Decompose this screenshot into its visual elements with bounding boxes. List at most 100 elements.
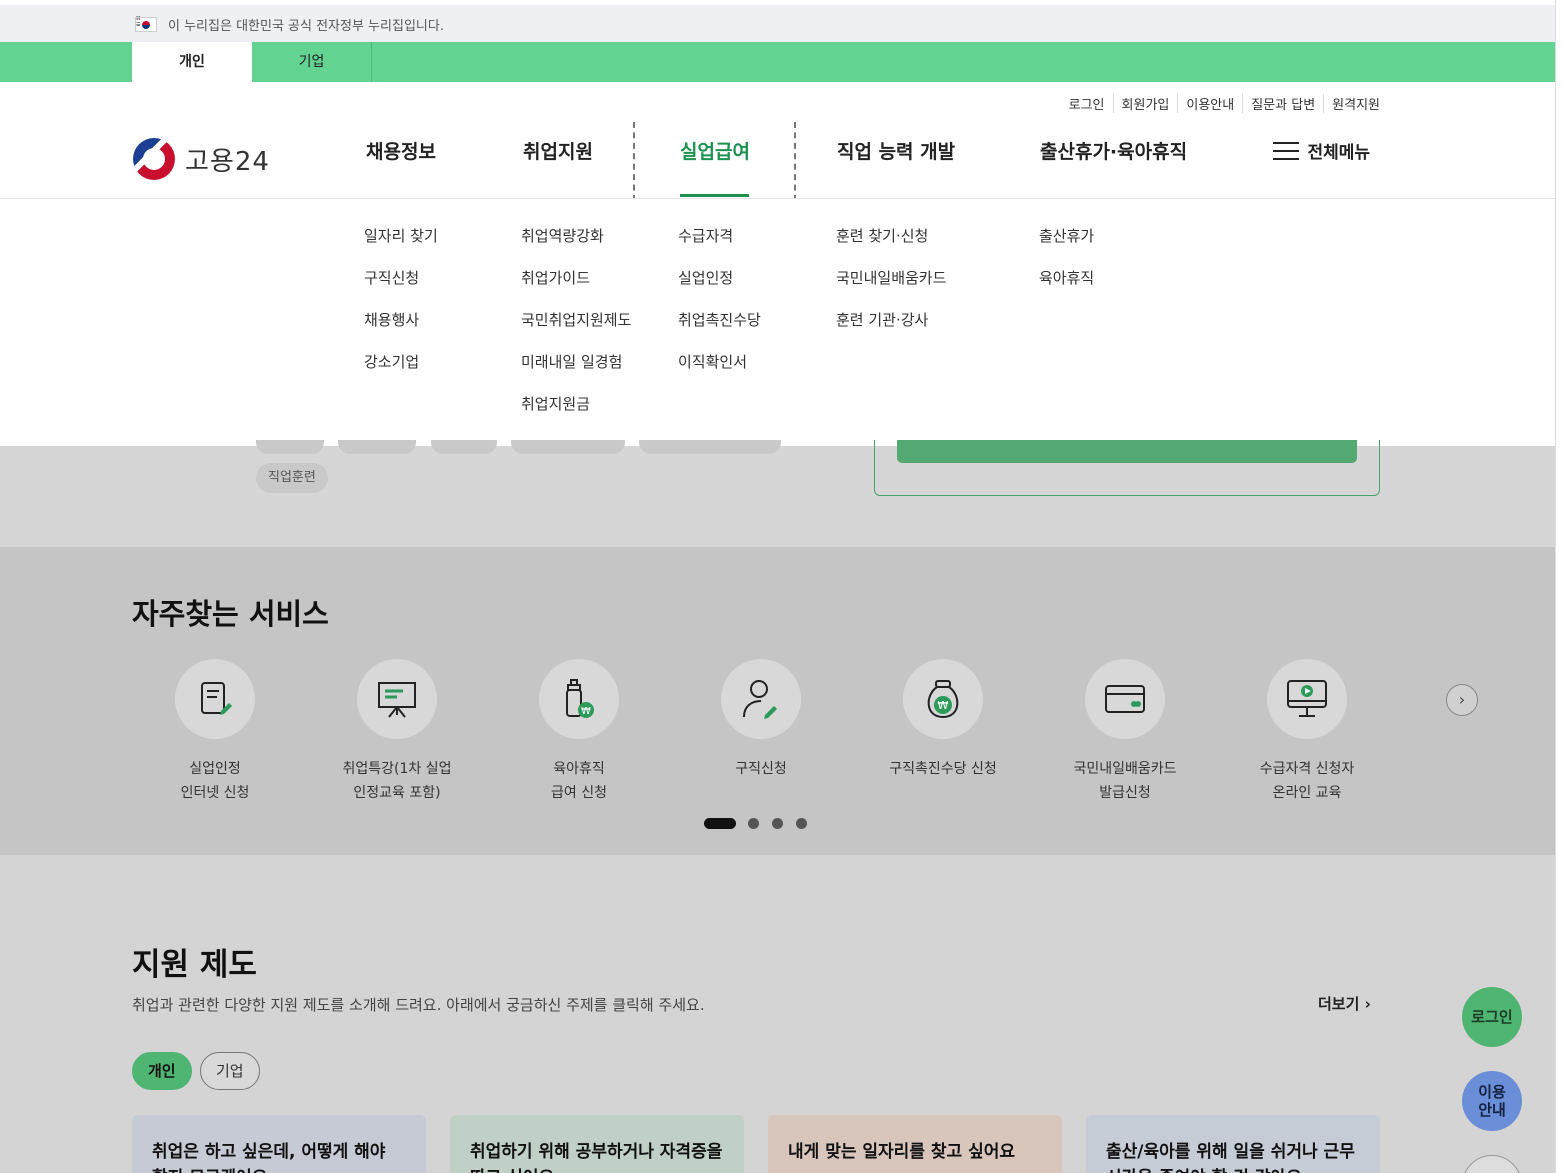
person-pen-icon xyxy=(721,659,801,739)
carousel-pagination xyxy=(704,818,820,829)
all-menu-label: 전체메뉴 xyxy=(1307,143,1370,163)
site-logo[interactable]: 고용24 xyxy=(133,138,270,180)
menu-item[interactable]: 수급자격 xyxy=(678,225,761,267)
login-link[interactable]: 로그인 xyxy=(1061,94,1113,113)
pagination-dot-1[interactable] xyxy=(704,818,736,829)
support-tab-personal[interactable]: 개인 xyxy=(132,1052,192,1090)
pagination-dot-3[interactable] xyxy=(772,818,783,829)
hamburger-icon xyxy=(1273,141,1300,161)
gnb-maternity-leave[interactable]: 출산휴가·육아휴직 xyxy=(1040,137,1187,164)
service-label: 수급자격 신청자 온라인 교육 xyxy=(1259,761,1355,801)
more-link[interactable]: 더보기 › xyxy=(1318,993,1371,1014)
site-header: 로그인 회원가입 이용안내 질문과 답변 원격지원 고용24 채용정보 취업지원… xyxy=(0,82,1555,201)
keyword-chip[interactable] xyxy=(639,440,781,454)
service-item[interactable]: 국민내일배움카드 발급신청 xyxy=(1035,659,1215,805)
pagination-dot-4[interactable] xyxy=(796,818,807,829)
floating-login-button[interactable]: 로그인 xyxy=(1462,987,1522,1047)
menu-item[interactable]: 국민내일배움카드 xyxy=(836,267,946,309)
service-label: 구직촉진수당 신청 xyxy=(889,761,997,777)
remote-support-link[interactable]: 원격지원 xyxy=(1323,94,1380,113)
support-programs-section: 지원 제도 취업과 관련한 다양한 지원 제도를 소개해 드려요. 아래에서 궁… xyxy=(0,855,1555,1173)
tab-personal[interactable]: 개인 xyxy=(132,42,252,82)
service-item[interactable]: 수급자격 신청자 온라인 교육 xyxy=(1217,659,1397,805)
gnb-vocational-training[interactable]: 직업 능력 개발 xyxy=(837,137,955,164)
carousel-next-button[interactable]: › xyxy=(1446,684,1478,716)
menu-item[interactable]: 채용행사 xyxy=(364,309,438,351)
support-card[interactable]: 취업은 하고 싶은데, 어떻게 해야 할지 모르겠어요 xyxy=(132,1115,426,1173)
service-label: 육아휴직 급여 신청 xyxy=(551,761,607,801)
menu-item[interactable]: 강소기업 xyxy=(364,351,438,393)
gov-banner-text: 이 누리집은 대한민국 공식 전자정부 누리집입니다. xyxy=(168,19,444,34)
service-label: 구직신청 xyxy=(735,761,787,777)
util-links: 로그인 회원가입 이용안내 질문과 답변 원격지원 xyxy=(1061,94,1380,113)
more-label: 더보기 xyxy=(1318,995,1360,1013)
korea-flag-icon xyxy=(135,16,158,32)
login-box xyxy=(874,440,1380,496)
gnb-employment-support[interactable]: 취업지원 xyxy=(523,137,593,164)
keyword-chip[interactable] xyxy=(511,440,625,454)
menu-item[interactable]: 이직확인서 xyxy=(678,351,761,393)
section-title: 지원 제도 xyxy=(132,947,257,983)
menu-item[interactable]: 일자리 찾기 xyxy=(364,225,438,267)
pagination-dot-2[interactable] xyxy=(748,818,759,829)
menu-item[interactable]: 취업지원금 xyxy=(521,393,631,435)
user-type-tabs: 개인 기업 xyxy=(0,42,1555,82)
qna-link[interactable]: 질문과 답변 xyxy=(1242,94,1323,113)
support-card[interactable]: 출산/육아를 위해 일을 쉬거나 근무 시간을 줄여야 할 것 같아요 xyxy=(1086,1115,1380,1173)
chevron-right-icon: › xyxy=(1364,995,1371,1013)
menu-item[interactable]: 훈련 기관·강사 xyxy=(836,309,946,351)
floating-guide-button[interactable]: 이용 안내 xyxy=(1462,1071,1522,1131)
frequent-services-section: 자주찾는 서비스 실업인정 인터넷 신청 취업특강(1차 실업 인정교육 포함)… xyxy=(0,547,1555,855)
gnb-recruitment[interactable]: 채용정보 xyxy=(366,137,436,164)
scrollbar[interactable] xyxy=(1555,0,1565,1173)
card-icon xyxy=(1085,659,1165,739)
service-label: 국민내일배움카드 발급신청 xyxy=(1073,761,1177,801)
money-bag-won-icon: ₩ xyxy=(903,659,983,739)
service-label: 실업인정 인터넷 신청 xyxy=(180,761,250,801)
service-item[interactable]: ₩ 구직촉진수당 신청 xyxy=(853,659,1033,781)
menu-item[interactable]: 취업역량강화 xyxy=(521,225,631,267)
guide-link[interactable]: 이용안내 xyxy=(1177,94,1242,113)
baby-bottle-won-icon: ₩ xyxy=(539,659,619,739)
menu-col-recruitment: 일자리 찾기 구직신청 채용행사 강소기업 xyxy=(364,225,438,393)
logo-text: 고용24 xyxy=(185,146,270,177)
support-card[interactable]: 취업하기 위해 공부하거나 자격증을 따고 싶어요 xyxy=(450,1115,744,1173)
section-title: 자주찾는 서비스 xyxy=(132,597,329,631)
service-item[interactable]: 취업특강(1차 실업 인정교육 포함) xyxy=(307,659,487,805)
all-menu-button[interactable]: 전체메뉴 xyxy=(1273,138,1370,163)
document-pen-icon xyxy=(175,659,255,739)
service-label: 취업특강(1차 실업 인정교육 포함) xyxy=(342,761,452,801)
menu-item[interactable]: 취업가이드 xyxy=(521,267,631,309)
login-box-button[interactable] xyxy=(897,440,1357,463)
signup-link[interactable]: 회원가입 xyxy=(1112,94,1178,113)
service-item[interactable]: ₩ 육아휴직 급여 신청 xyxy=(489,659,669,805)
menu-item[interactable]: 실업인정 xyxy=(678,267,761,309)
keyword-chip[interactable] xyxy=(338,440,416,454)
menu-item[interactable]: 취업촉진수당 xyxy=(678,309,761,351)
menu-item[interactable]: 미래내일 일경험 xyxy=(521,351,631,393)
section-description: 취업과 관련한 다양한 지원 제도를 소개해 드려요. 아래에서 궁금하신 주제… xyxy=(132,996,705,1014)
keyword-chip[interactable] xyxy=(256,440,324,454)
svg-text:₩: ₩ xyxy=(581,706,591,717)
taegeuk-emblem-icon xyxy=(133,138,175,180)
menu-col-employment-support: 취업역량강화 취업가이드 국민취업지원제도 미래내일 일경험 취업지원금 xyxy=(521,225,631,435)
menu-col-maternity: 출산휴가 육아휴직 xyxy=(1039,225,1094,309)
keyword-chip[interactable] xyxy=(431,440,497,454)
support-tab-business[interactable]: 기업 xyxy=(200,1052,260,1090)
menu-item[interactable]: 국민취업지원제도 xyxy=(521,309,631,351)
service-item[interactable]: 구직신청 xyxy=(671,659,851,781)
svg-text:₩: ₩ xyxy=(938,699,949,712)
menu-item[interactable]: 출산휴가 xyxy=(1039,225,1094,267)
menu-col-training: 훈련 찾기·신청 국민내일배움카드 훈련 기관·강사 xyxy=(836,225,946,351)
service-item[interactable]: 실업인정 인터넷 신청 xyxy=(125,659,305,805)
mega-menu-dropdown: 일자리 찾기 구직신청 채용행사 강소기업 취업역량강화 취업가이드 국민취업지… xyxy=(0,198,1555,446)
keyword-chip-training[interactable]: 직업훈련 xyxy=(256,463,328,493)
support-card[interactable]: 내게 맞는 일자리를 찾고 싶어요 xyxy=(768,1115,1062,1173)
menu-item[interactable]: 구직신청 xyxy=(364,267,438,309)
menu-col-unemployment: 수급자격 실업인정 취업촉진수당 이직확인서 xyxy=(678,225,761,393)
presentation-board-icon xyxy=(357,659,437,739)
menu-item[interactable]: 육아휴직 xyxy=(1039,267,1094,309)
menu-item[interactable]: 훈련 찾기·신청 xyxy=(836,225,946,267)
gov-banner: 이 누리집은 대한민국 공식 전자정부 누리집입니다. xyxy=(0,0,1555,42)
tab-business[interactable]: 기업 xyxy=(252,42,372,82)
